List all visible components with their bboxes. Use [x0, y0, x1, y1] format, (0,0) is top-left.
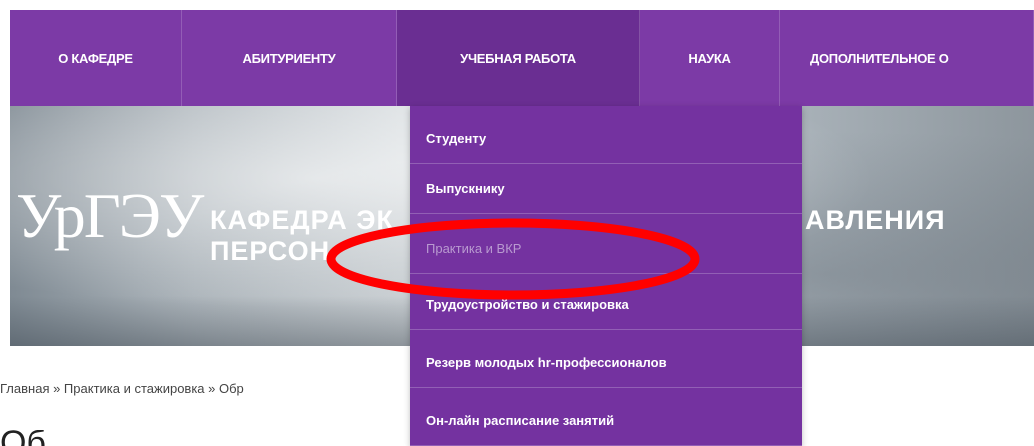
- menu-item-practice-vkr[interactable]: Практика и ВКР: [410, 224, 802, 274]
- nav-item-science[interactable]: НАУКА: [640, 10, 780, 106]
- menu-item-student[interactable]: Студенту: [410, 114, 802, 164]
- nav-item-applicants[interactable]: АБИТУРИЕНТУ: [182, 10, 397, 106]
- menu-item-employment-internship[interactable]: Трудоустройство и стажировка: [410, 280, 802, 330]
- top-strip: [0, 0, 1034, 10]
- nav-item-education[interactable]: УЧЕБНАЯ РАБОТА: [397, 10, 640, 106]
- department-title-part3: ПЕРСОН: [210, 236, 331, 266]
- department-title-part1: КАФЕДРА ЭК: [210, 205, 394, 235]
- menu-item-young-hr-reserve[interactable]: Резерв молодых hr-профессионалов: [410, 338, 802, 388]
- department-title-part2: АВЛЕНИЯ: [805, 205, 946, 235]
- education-dropdown-menu: Студенту Выпускнику Практика и ВКР Трудо…: [410, 106, 802, 446]
- menu-item-graduate[interactable]: Выпускнику: [410, 164, 802, 214]
- nav-item-about[interactable]: О КАФЕДРЕ: [10, 10, 182, 106]
- usue-logo[interactable]: УрГЭУ: [16, 184, 204, 248]
- page-title-text: Об: [0, 430, 46, 446]
- page-title: Об: [0, 430, 420, 446]
- menu-item-online-schedule[interactable]: Он-лайн расписание занятий: [410, 396, 802, 446]
- main-nav: О КАФЕДРЕ АБИТУРИЕНТУ УЧЕБНАЯ РАБОТА НАУ…: [10, 10, 1034, 106]
- breadcrumb[interactable]: Главная » Практика и стажировка » Обр: [0, 381, 244, 396]
- nav-item-additional[interactable]: ДОПОЛНИТЕЛЬНОЕ О: [780, 10, 1034, 106]
